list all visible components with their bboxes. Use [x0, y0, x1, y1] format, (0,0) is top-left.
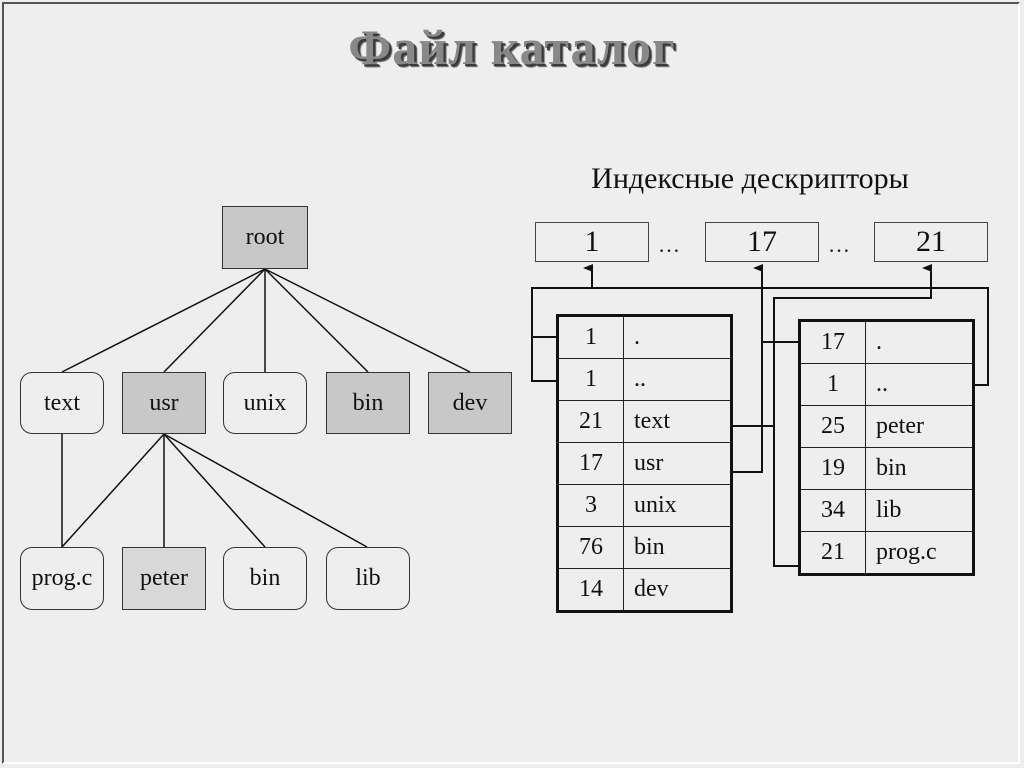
entry-file-name: dev	[623, 568, 732, 612]
directory-entry-row: 3 unix	[557, 484, 732, 527]
edge-usr-lib	[163, 433, 368, 548]
entry-inode-number: 76	[557, 526, 624, 569]
entry-file-name: text	[623, 400, 732, 443]
tree-node-usr: usr	[122, 372, 206, 434]
entry-inode-number: 34	[799, 489, 866, 532]
inode-box-17: 17	[705, 222, 819, 262]
tree-node-root: root	[222, 206, 308, 269]
entry-inode-number: 19	[799, 447, 866, 490]
inode-ellipsis-2: …	[828, 232, 852, 257]
directory-entry-row: 25 peter	[799, 405, 974, 448]
directory-entry-row: 76 bin	[557, 526, 732, 569]
tree-node-lib: lib	[326, 547, 410, 610]
directory-entry-row: 21 prog.c	[799, 531, 974, 575]
edge-root-bin	[264, 268, 369, 373]
tree-node-peter: peter	[122, 547, 206, 610]
entry-inode-number: 14	[557, 568, 624, 612]
edge-root-usr	[163, 268, 266, 373]
edge-root-dev	[264, 268, 471, 373]
edge-usr-bin	[163, 433, 266, 548]
entry-inode-number: 3	[557, 484, 624, 527]
directory-entry-row: 17.	[799, 320, 974, 364]
entry-file-name: peter	[865, 405, 974, 448]
entry-file-name: bin	[865, 447, 974, 490]
inode-box-1: 1	[535, 222, 649, 262]
entry-file-name: ..	[865, 363, 974, 406]
directory-entry-row: 14 dev	[557, 568, 732, 612]
directory-entry-row: 19 bin	[799, 447, 974, 490]
tree-node-dev: dev	[428, 372, 512, 434]
entry-inode-number: 1	[557, 315, 624, 359]
inode-box-21: 21	[874, 222, 988, 262]
entry-file-name: .	[865, 320, 974, 364]
directory-entry-row: 34 lib	[799, 489, 974, 532]
entry-inode-number: 17	[557, 442, 624, 485]
link-root-dotdot-to-inode1	[531, 337, 557, 382]
tree-node-usr-bin: bin	[223, 547, 307, 610]
entry-file-name: usr	[623, 442, 732, 485]
root-directory-table: 1. 1.. 21 text 17 usr 3 unix 76 bin 14 dev	[556, 314, 733, 613]
entry-inode-number: 25	[799, 405, 866, 448]
entry-file-name: .	[623, 315, 732, 359]
directory-entry-row: 1..	[799, 363, 974, 406]
directory-entry-row: 17 usr	[557, 442, 732, 485]
directory-entry-row: 1..	[557, 358, 732, 401]
edge-usr-progc	[61, 433, 165, 548]
tree-node-unix: unix	[223, 372, 307, 434]
edge-root-text	[61, 268, 266, 373]
entry-inode-number: 17	[799, 320, 866, 364]
entry-file-name: prog.c	[865, 531, 974, 575]
directory-entry-row: 21 text	[557, 400, 732, 443]
entry-inode-number: 1	[557, 358, 624, 401]
entry-inode-number: 21	[799, 531, 866, 575]
entry-file-name: lib	[865, 489, 974, 532]
tree-node-progc: prog.c	[20, 547, 104, 610]
tree-node-bin: bin	[326, 372, 410, 434]
entry-file-name: bin	[623, 526, 732, 569]
entry-file-name: ..	[623, 358, 732, 401]
entry-inode-number: 1	[799, 363, 866, 406]
usr-directory-table: 17. 1.. 25 peter 19 bin 34 lib 21 prog.c	[798, 319, 975, 576]
entry-inode-number: 21	[557, 400, 624, 443]
tree-node-text: text	[20, 372, 104, 434]
inode-ellipsis-1: …	[658, 232, 682, 257]
directory-entry-row: 1.	[557, 315, 732, 359]
entry-file-name: unix	[623, 484, 732, 527]
